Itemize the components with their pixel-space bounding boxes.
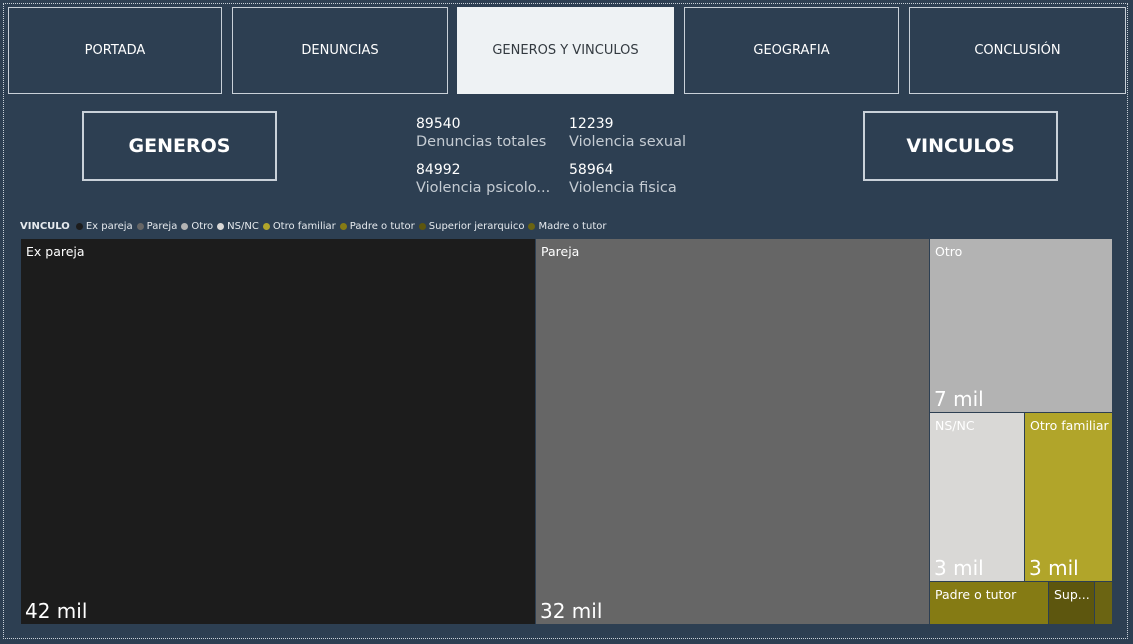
legend-swatch (217, 222, 225, 230)
legend-item[interactable]: Pareja (136, 220, 178, 232)
legend-swatch (339, 222, 347, 230)
legend-label: Padre o tutor (349, 220, 415, 232)
kpi-label: Violencia fisica (569, 180, 677, 196)
kpi-label: Denuncias totales (416, 134, 547, 150)
legend-label: NS/NC (227, 220, 259, 232)
cell-label: Otro (935, 244, 963, 259)
cell-label: Sup... (1054, 587, 1090, 602)
legend-swatch (262, 222, 270, 230)
kpi-violencia-fisica: 58964 Violencia fisica (569, 162, 677, 198)
treemap-cell-otro[interactable]: Otro 7 mil (929, 238, 1113, 413)
kpi-violencia-sexual: 12239 Violencia sexual (569, 116, 686, 152)
tab-geografia[interactable]: GEOGRAFIA (684, 7, 899, 94)
cell-value: 3 mil (934, 556, 984, 580)
legend-swatch (75, 222, 83, 230)
legend-swatch (181, 222, 189, 230)
generos-button[interactable]: GENEROS (82, 111, 277, 181)
kpi-label: Violencia psicolo... (416, 180, 551, 196)
legend-label: Otro familiar (272, 220, 336, 232)
cell-label: NS/NC (935, 418, 975, 433)
cell-value: 42 mil (25, 599, 88, 623)
legend-label: Ex pareja (85, 220, 133, 232)
legend-item[interactable]: Superior jerarquico (418, 220, 525, 232)
kpi-value: 84992 (416, 162, 461, 178)
legend-swatch (528, 222, 536, 230)
legend-swatch (418, 222, 426, 230)
legend-item[interactable]: Padre o tutor (339, 220, 415, 232)
treemap-cell-pareja[interactable]: Pareja 32 mil (535, 238, 930, 625)
cell-value: 3 mil (1029, 556, 1079, 580)
treemap-cell-superior-jerarquico[interactable]: Sup... (1048, 581, 1095, 625)
treemap-cell-otro-familiar[interactable]: Otro familiar 3 mil (1024, 412, 1113, 582)
kpi-label: Violencia sexual (569, 134, 687, 150)
treemap-cell-padre-o-tutor[interactable]: Padre o tutor (929, 581, 1049, 625)
cell-label: Ex pareja (26, 244, 85, 259)
legend-label: Pareja (146, 220, 178, 232)
kpi-value: 12239 (569, 116, 614, 132)
legend-item[interactable]: Ex pareja (75, 220, 133, 232)
cell-value: 32 mil (540, 599, 603, 623)
kpi-violencia-psicologica: 84992 Violencia psicolo... (416, 162, 550, 198)
legend-item[interactable]: NS/NC (217, 221, 259, 232)
cell-value: 7 mil (934, 387, 984, 411)
legend-title: VINCULO (20, 220, 70, 232)
legend-item[interactable]: Otro (181, 221, 213, 232)
treemap-cell-ns-nc[interactable]: NS/NC 3 mil (929, 412, 1025, 582)
kpi-denuncias-totales: 89540 Denuncias totales (416, 116, 546, 152)
legend-label: Otro (191, 220, 214, 232)
tab-portada[interactable]: PORTADA (8, 7, 222, 94)
treemap-cell-madre-o-tutor[interactable] (1094, 581, 1113, 625)
kpi-value: 58964 (569, 162, 614, 178)
chart-legend: VINCULO Ex pareja Pareja Otro NS/NC Otro… (20, 219, 610, 233)
legend-label: Madre o tutor (538, 220, 607, 232)
vinculos-button[interactable]: VINCULOS (863, 111, 1058, 181)
cell-label: Padre o tutor (935, 587, 1017, 602)
tab-denuncias[interactable]: DENUNCIAS (232, 7, 448, 94)
legend-label: Superior jerarquico (428, 220, 525, 232)
legend-item[interactable]: Otro familiar (262, 220, 336, 232)
legend-item[interactable]: Madre o tutor (528, 221, 606, 232)
cell-label: Pareja (541, 244, 580, 259)
legend-swatch (136, 222, 144, 230)
kpi-value: 89540 (416, 116, 461, 132)
treemap-cell-ex-pareja[interactable]: Ex pareja 42 mil (20, 238, 536, 625)
tab-generos-y-vinculos[interactable]: GENEROS Y VINCULOS (457, 7, 674, 94)
cell-label: Otro familiar (1030, 418, 1109, 433)
tab-conclusion[interactable]: CONCLUSIÓN (909, 7, 1126, 94)
